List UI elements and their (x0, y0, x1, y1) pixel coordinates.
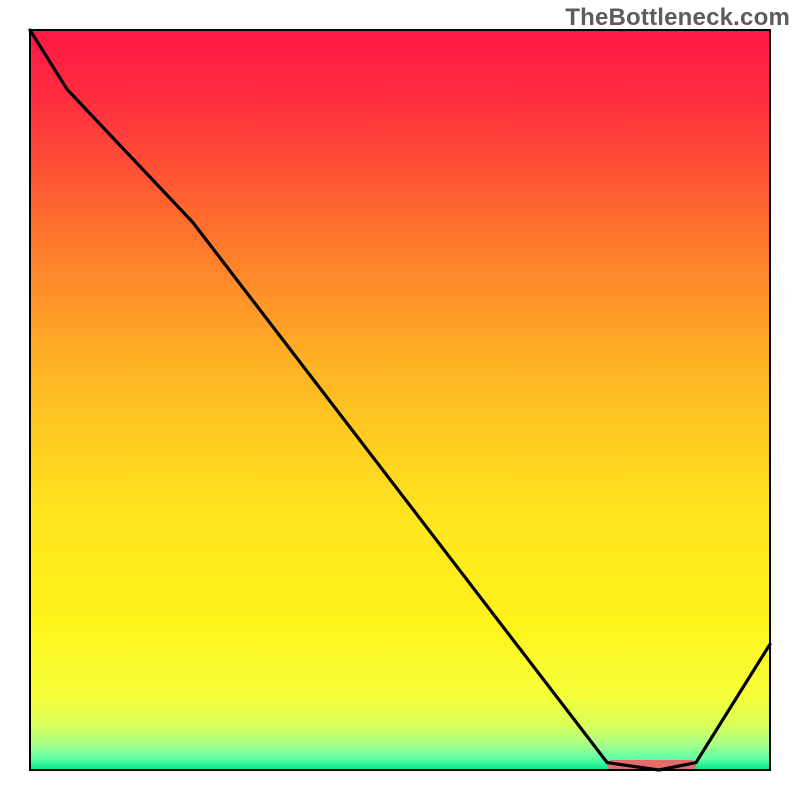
chart-frame: TheBottleneck.com (0, 0, 800, 800)
watermark-text: TheBottleneck.com (565, 4, 790, 32)
plot-background (30, 30, 770, 770)
bottleneck-chart (0, 0, 800, 800)
